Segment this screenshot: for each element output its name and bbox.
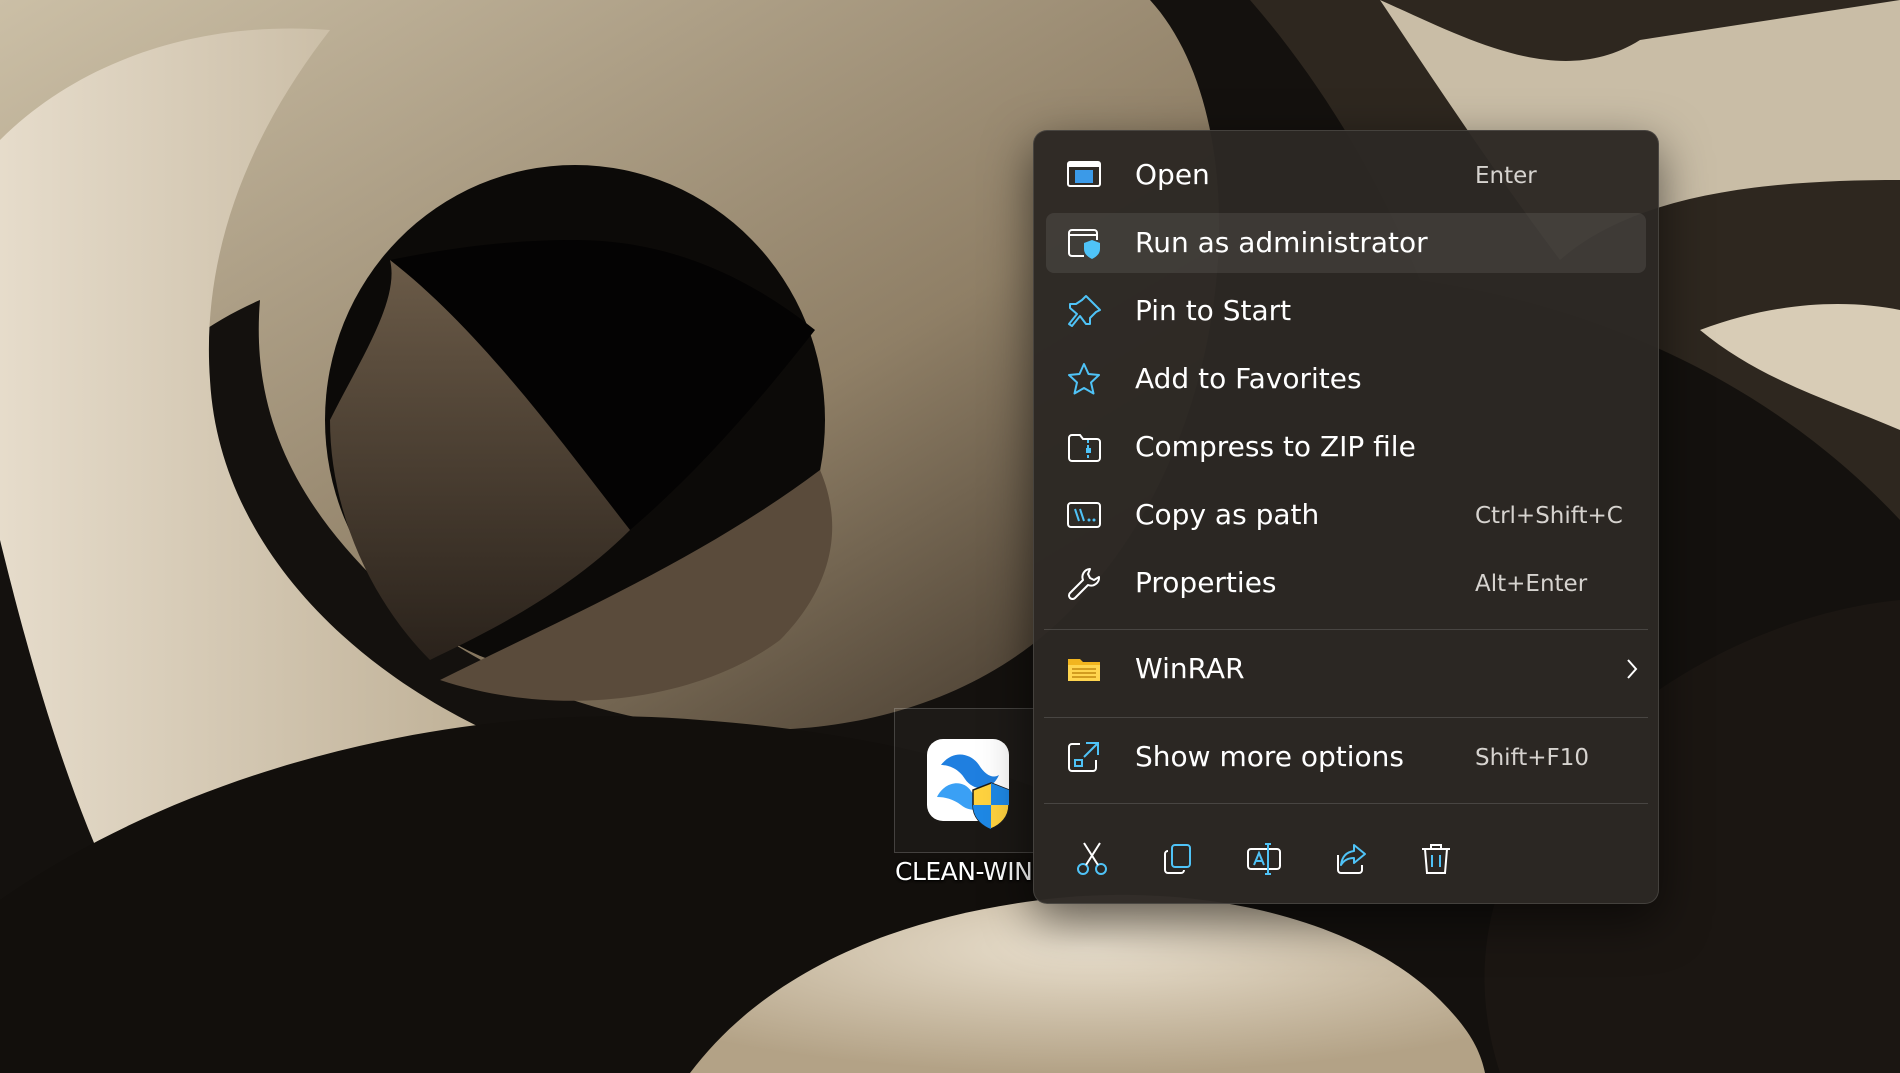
desktop-shortcut[interactable]: CLEAN-WIN — [894, 708, 1034, 886]
menu-item-label: Open — [1135, 158, 1210, 191]
wrench-icon — [1066, 566, 1102, 600]
menu-separator — [1044, 629, 1648, 630]
menu-item-shortcut: Ctrl+Shift+C — [1475, 503, 1623, 529]
trash-icon — [1422, 844, 1450, 874]
menu-item-shortcut: Enter — [1475, 163, 1537, 189]
expand-icon — [1066, 740, 1102, 774]
star-icon — [1066, 362, 1102, 396]
menu-item-show-more-options[interactable]: Show more options Shift+F10 — [1046, 727, 1646, 787]
rename-button[interactable] — [1236, 833, 1292, 885]
menu-item-run-as-administrator[interactable]: Run as administrator — [1046, 213, 1646, 273]
zip-folder-icon — [1066, 430, 1102, 464]
chevron-right-icon — [1624, 657, 1640, 685]
menu-item-winrar[interactable]: WinRAR — [1046, 639, 1646, 699]
menu-item-properties[interactable]: Properties Alt+Enter — [1046, 553, 1646, 613]
share-button[interactable] — [1322, 833, 1378, 885]
share-icon — [1337, 844, 1366, 874]
menu-item-add-to-favorites[interactable]: Add to Favorites — [1046, 349, 1646, 409]
menu-separator — [1044, 717, 1648, 718]
menu-item-compress-to-zip[interactable]: Compress to ZIP file — [1046, 417, 1646, 477]
menu-item-copy-as-path[interactable]: Copy as path Ctrl+Shift+C — [1046, 485, 1646, 545]
admin-shield-icon — [1066, 226, 1102, 260]
menu-item-label: Properties — [1135, 566, 1277, 599]
copy-path-icon — [1066, 498, 1102, 532]
cut-button[interactable] — [1064, 833, 1120, 885]
menu-item-label: WinRAR — [1135, 652, 1245, 685]
copy-button[interactable] — [1150, 833, 1206, 885]
menu-item-shortcut: Alt+Enter — [1475, 571, 1588, 597]
menu-item-label: Compress to ZIP file — [1135, 430, 1416, 463]
menu-separator — [1044, 803, 1648, 804]
menu-item-label: Add to Favorites — [1135, 362, 1362, 395]
copy-icon — [1164, 844, 1191, 874]
context-menu: Open Enter Run as administrator Pin to S… — [1033, 130, 1659, 904]
open-window-icon — [1066, 158, 1102, 192]
pin-icon — [1066, 294, 1102, 328]
menu-item-label: Pin to Start — [1135, 294, 1292, 327]
delete-button[interactable] — [1408, 833, 1464, 885]
menu-item-open[interactable]: Open Enter — [1046, 145, 1646, 205]
menu-item-shortcut: Shift+F10 — [1475, 745, 1590, 771]
uac-shield-icon — [972, 782, 1010, 830]
menu-item-pin-to-start[interactable]: Pin to Start — [1046, 281, 1646, 341]
menu-item-label: Run as administrator — [1135, 226, 1428, 259]
winrar-folder-icon — [1066, 652, 1102, 686]
scissors-icon — [1077, 842, 1107, 875]
menu-item-label: Copy as path — [1135, 498, 1320, 531]
rename-icon — [1247, 843, 1281, 875]
desktop-icon-label: CLEAN-WIN — [895, 857, 1033, 886]
menu-item-label: Show more options — [1135, 740, 1405, 773]
